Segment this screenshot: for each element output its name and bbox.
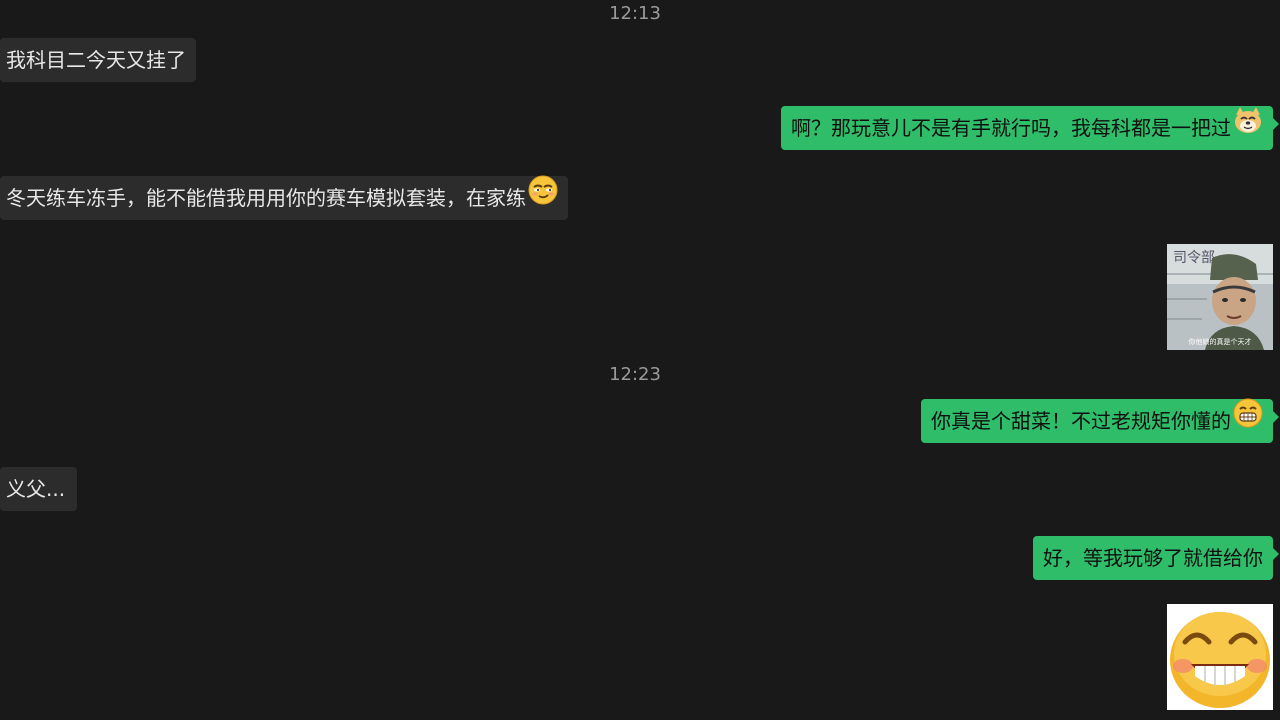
timestamp-1223: 12:23 <box>609 364 661 385</box>
grimace-emoji-icon <box>1233 398 1263 443</box>
timestamp-1213: 12:13 <box>609 3 661 24</box>
message-outgoing-1[interactable]: 啊？那玩意儿不是有手就行吗，我每科都是一把过 <box>781 105 1279 150</box>
doge-emoji-icon <box>1233 105 1263 150</box>
smirk-emoji-icon <box>528 175 558 220</box>
message-text: 啊？那玩意儿不是有手就行吗，我每科都是一把过 <box>791 116 1231 140</box>
message-text: 我科目二今天又挂了 <box>6 48 186 72</box>
message-outgoing-2[interactable]: 你真是个甜菜！不过老规矩你懂的 <box>921 398 1279 443</box>
sticker-caption: 你他娘的真是个天才 <box>1189 337 1252 346</box>
chat-window: 12:13 我科目二今天又挂了 啊？那玩意儿不是有手就行吗，我每科都是一把过 冬… <box>0 0 1280 720</box>
message-text: 冬天练车冻手，能不能借我用用你的赛车模拟套装，在家练 <box>6 186 526 210</box>
sticker-image-big-grin[interactable] <box>1167 604 1273 710</box>
sticker-image-genius[interactable]: 司令部 你他娘的真是个天才 <box>1167 244 1273 350</box>
message-text: 你真是个甜菜！不过老规矩你懂的 <box>931 409 1231 433</box>
message-incoming-2[interactable]: 冬天练车冻手，能不能借我用用你的赛车模拟套装，在家练 <box>0 175 568 220</box>
message-incoming-1[interactable]: 我科目二今天又挂了 <box>0 38 196 82</box>
message-text: 义父... <box>6 477 66 501</box>
message-text: 好，等我玩够了就借给你 <box>1043 546 1263 570</box>
sticker-top-text: 司令部 <box>1173 250 1215 266</box>
message-outgoing-3[interactable]: 好，等我玩够了就借给你 <box>1033 536 1279 580</box>
message-incoming-3[interactable]: 义父... <box>0 467 78 511</box>
